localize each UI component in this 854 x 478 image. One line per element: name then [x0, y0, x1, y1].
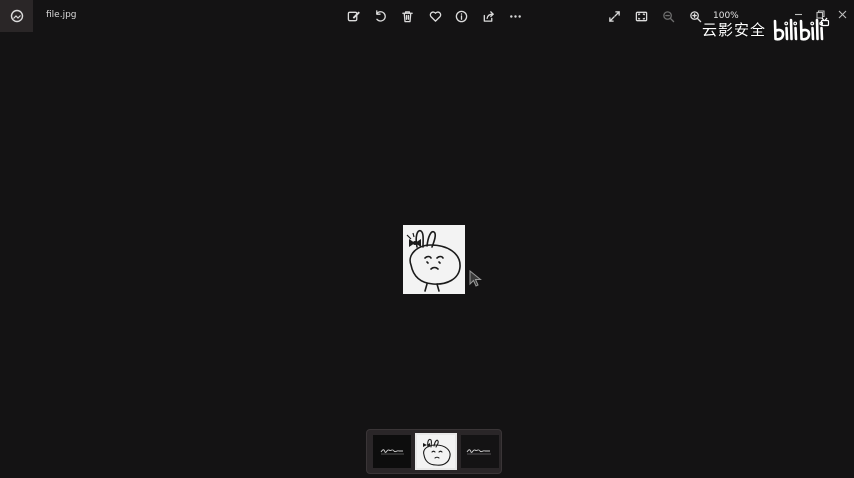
mouse-cursor-icon — [469, 270, 482, 287]
info-icon[interactable] — [453, 8, 469, 24]
title-bar: file.jpg 100% 云影安全 — [0, 0, 854, 41]
thumbnail-1[interactable] — [373, 435, 411, 468]
delete-icon[interactable] — [399, 8, 415, 24]
share-icon[interactable] — [480, 8, 496, 24]
more-options-icon[interactable] — [507, 8, 523, 24]
thumbnail-3[interactable] — [461, 435, 499, 468]
fit-to-window-icon[interactable] — [633, 8, 649, 24]
edit-image-icon[interactable] — [345, 8, 361, 24]
restore-icon[interactable] — [816, 4, 828, 19]
image-canvas[interactable] — [0, 33, 854, 478]
filmstrip — [366, 429, 502, 474]
photo-viewer-window: file.jpg 100% 云影安全 — [0, 0, 854, 478]
zoom-in-icon[interactable] — [687, 8, 703, 24]
full-screen-icon[interactable] — [606, 8, 622, 24]
close-icon[interactable] — [838, 4, 850, 19]
thumbnail-2[interactable] — [415, 433, 457, 470]
rotate-icon[interactable] — [372, 8, 388, 24]
bunny-drawing — [403, 225, 465, 294]
file-name: file.jpg — [46, 10, 77, 20]
minimize-icon[interactable] — [794, 4, 806, 16]
zoom-level[interactable]: 100% — [713, 11, 739, 21]
zoom-out-icon[interactable] — [660, 8, 676, 24]
displayed-image — [403, 225, 465, 294]
photos-app-icon[interactable] — [0, 0, 33, 32]
favorite-heart-icon[interactable] — [427, 8, 443, 24]
